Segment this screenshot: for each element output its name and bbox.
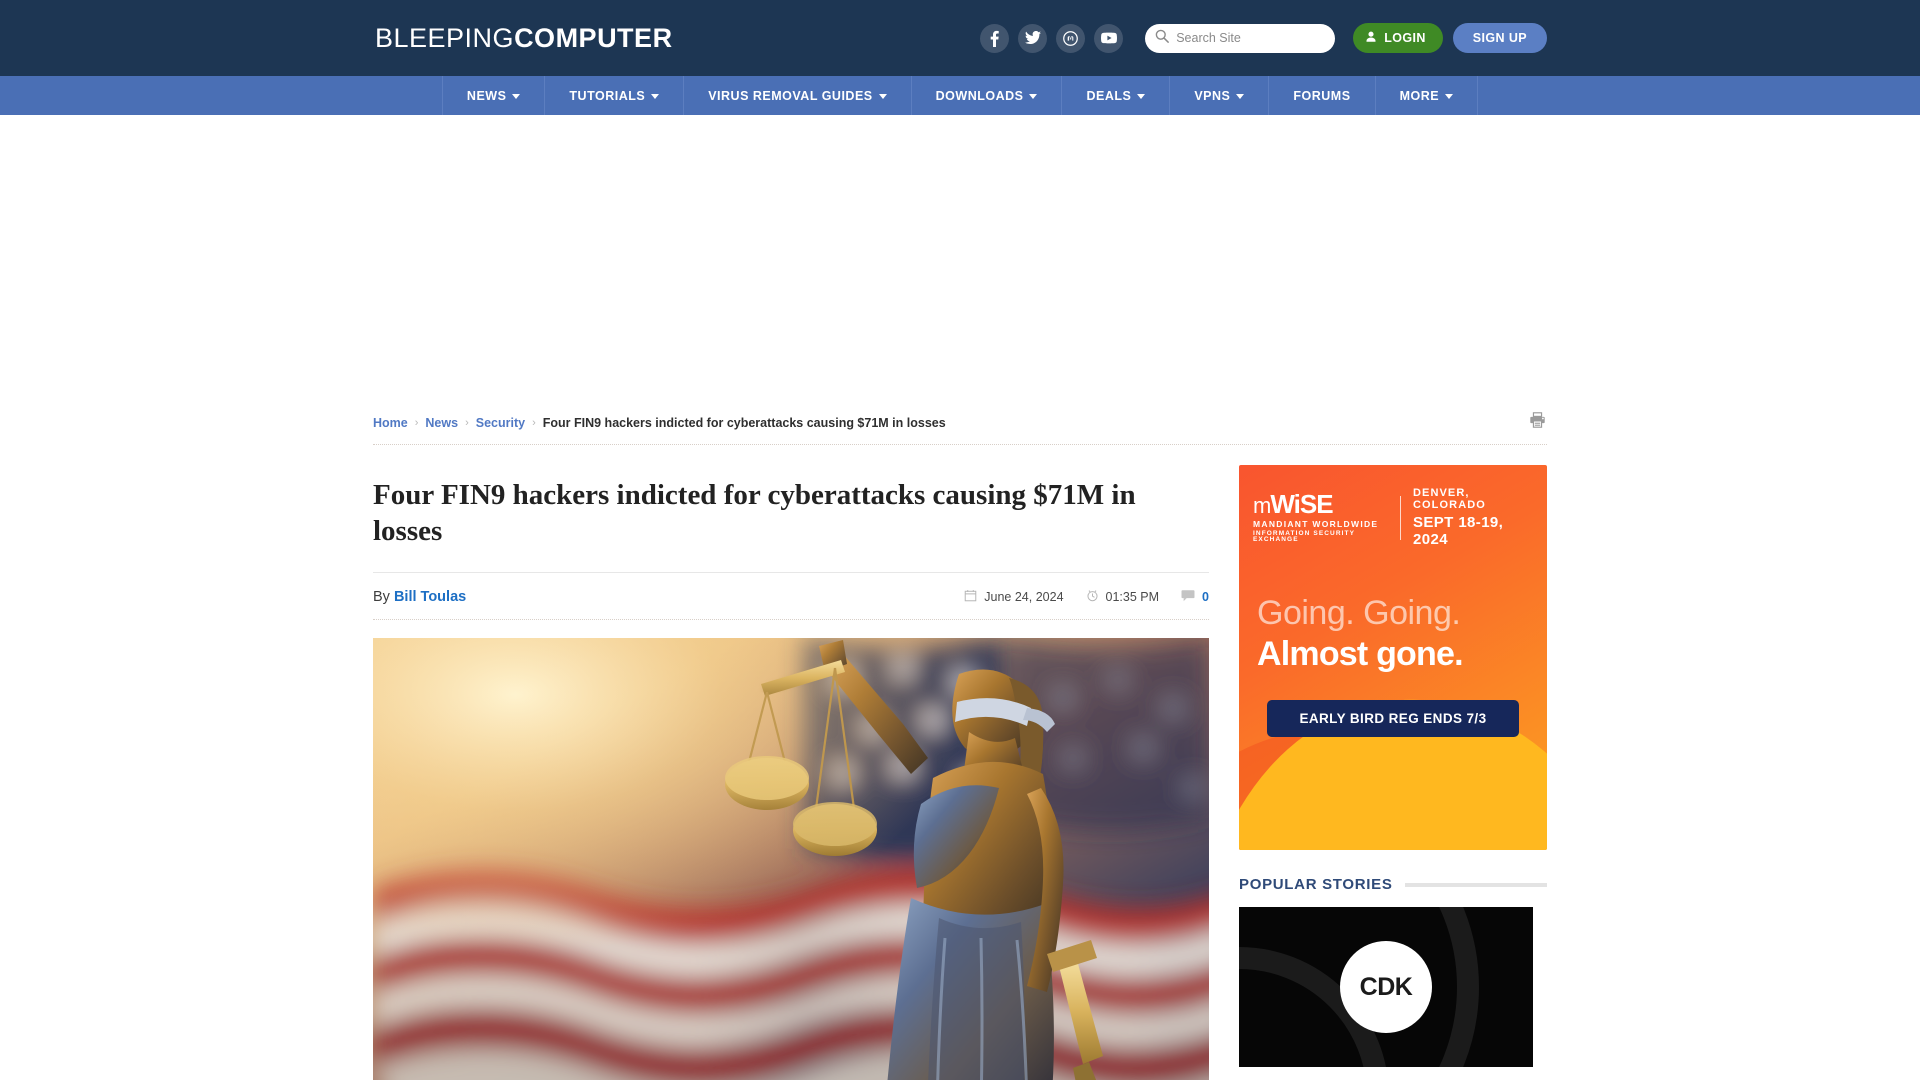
breadcrumb-separator-icon: › (465, 416, 469, 429)
publish-time: 01:35 PM (1086, 589, 1160, 605)
search-icon (1155, 29, 1170, 48)
signup-button-label: SIGN UP (1472, 31, 1527, 45)
social-links (980, 23, 1124, 53)
page-container: Home › News › Security › Four FIN9 hacke… (373, 405, 1547, 1080)
logo-text-light: BLEEPING (375, 22, 515, 53)
breadcrumb-separator-icon: › (414, 416, 419, 429)
main-navigation: NEWS TUTORIALS VIRUS REMOVAL GUIDES DOWN… (0, 76, 1920, 115)
chevron-down-icon (512, 94, 521, 99)
nav-item-more[interactable]: MORE (1376, 76, 1479, 115)
nav-label: VPNS (1194, 88, 1231, 103)
sidebar-advertisement[interactable]: mWiSE MANDIANT WORLDWIDE INFORMATION SEC… (1239, 465, 1547, 850)
nav-label: VIRUS REMOVAL GUIDES (708, 88, 873, 103)
comment-icon (1181, 589, 1195, 605)
publish-date-label: June 24, 2024 (984, 589, 1064, 604)
print-icon[interactable] (1528, 411, 1547, 434)
breadcrumb-news[interactable]: News (425, 416, 458, 430)
nav-label: DEALS (1086, 88, 1132, 103)
mwise-logo: mWiSE MANDIANT WORLDWIDE INFORMATION SEC… (1253, 491, 1388, 544)
section-divider (1404, 882, 1547, 887)
leaderboard-ad-slot (0, 115, 1920, 405)
chevron-down-icon (878, 94, 887, 99)
ad-dates: SEPT 18-19, 2024 (1412, 514, 1504, 548)
breadcrumb-security[interactable]: Security (476, 416, 525, 430)
nav-label: DOWNLOADS (935, 88, 1024, 103)
publish-time-label: 01:35 PM (1105, 589, 1160, 604)
mwise-logo-rest: WiSE (1270, 489, 1333, 520)
popular-stories-header: POPULAR STORIES (1239, 876, 1547, 893)
nav-item-downloads[interactable]: DOWNLOADS (912, 76, 1063, 115)
popular-story-thumbnail[interactable]: CDK (1239, 907, 1533, 1067)
login-button-label: LOGIN (1384, 31, 1426, 45)
nav-item-vpns[interactable]: VPNS (1170, 76, 1270, 115)
breadcrumb-current: Four FIN9 hackers indicted for cyberatta… (542, 415, 946, 430)
logo-text-bold: COMPUTER (514, 22, 673, 53)
site-header: BLEEPINGCOMPUTER Search Site LOGIN SIGN … (0, 0, 1920, 76)
twitter-icon[interactable] (1018, 23, 1048, 53)
nav-label: NEWS (466, 88, 507, 103)
site-logo[interactable]: BLEEPINGCOMPUTER (373, 23, 673, 54)
mwise-tagline-2: INFORMATION SECURITY EXCHANGE (1253, 529, 1355, 544)
nav-item-news[interactable]: NEWS (441, 76, 546, 115)
ad-location: DENVER, COLORADO (1412, 487, 1486, 511)
search-box[interactable] (1145, 23, 1336, 53)
login-button[interactable]: LOGIN (1353, 23, 1443, 53)
nav-label: TUTORIALS (569, 88, 646, 103)
article-column: Four FIN9 hackers indicted for cyberatta… (373, 465, 1209, 1080)
nav-item-deals[interactable]: DEALS (1062, 76, 1171, 115)
breadcrumb-row: Home › News › Security › Four FIN9 hacke… (373, 405, 1547, 445)
author-link[interactable]: Bill Toulas (394, 589, 466, 605)
popular-stories-title: POPULAR STORIES (1239, 876, 1393, 893)
nav-item-tutorials[interactable]: TUTORIALS (545, 76, 685, 115)
mwise-logo-m: m (1253, 493, 1271, 519)
nav-item-forums[interactable]: FORUMS (1269, 76, 1376, 115)
youtube-icon[interactable] (1094, 23, 1124, 53)
mastodon-icon[interactable] (1056, 23, 1086, 53)
ad-headline-2: Almost gone. (1257, 635, 1464, 673)
byline-prefix: By (373, 588, 390, 605)
user-icon (1365, 31, 1377, 46)
ad-cta-button[interactable]: EARLY BIRD REG ENDS 7/3 (1267, 700, 1519, 737)
comment-count-value: 0 (1202, 589, 1209, 604)
cdk-logo-text: CDK (1359, 972, 1413, 1001)
byline: By Bill Toulas (373, 589, 466, 605)
search-input[interactable] (1176, 31, 1326, 45)
mwise-tagline-1: MANDIANT WORLDWIDE (1253, 519, 1379, 530)
chevron-down-icon (1445, 94, 1454, 99)
chevron-down-icon (1137, 94, 1146, 99)
chevron-down-icon (651, 94, 660, 99)
ad-headline-1: Going. Going. (1257, 594, 1461, 632)
content-columns: Four FIN9 hackers indicted for cyberatta… (373, 445, 1547, 1080)
nav-label: MORE (1399, 88, 1440, 103)
publish-date: June 24, 2024 (964, 589, 1064, 605)
breadcrumb-home[interactable]: Home (373, 416, 408, 430)
facebook-icon[interactable] (980, 23, 1010, 53)
nav-label: FORUMS (1293, 88, 1351, 103)
calendar-icon (964, 589, 977, 605)
sidebar-column: mWiSE MANDIANT WORLDWIDE INFORMATION SEC… (1239, 465, 1547, 1080)
cdk-logo: CDK (1340, 941, 1432, 1033)
article-hero-image (373, 637, 1209, 1080)
comment-count[interactable]: 0 (1181, 589, 1209, 605)
breadcrumb: Home › News › Security › Four FIN9 hacke… (373, 416, 946, 430)
article-meta: By Bill Toulas June 24, 2024 01:35 PM 0 (373, 573, 1209, 620)
ad-divider (1400, 495, 1401, 540)
breadcrumb-separator-icon: › (532, 416, 536, 429)
chevron-down-icon (1029, 94, 1038, 99)
page-title: Four FIN9 hackers indicted for cyberatta… (373, 465, 1209, 573)
clock-icon (1086, 589, 1099, 605)
chevron-down-icon (1236, 94, 1245, 99)
nav-item-virus-removal-guides[interactable]: VIRUS REMOVAL GUIDES (684, 76, 912, 115)
signup-button[interactable]: SIGN UP (1452, 23, 1547, 53)
